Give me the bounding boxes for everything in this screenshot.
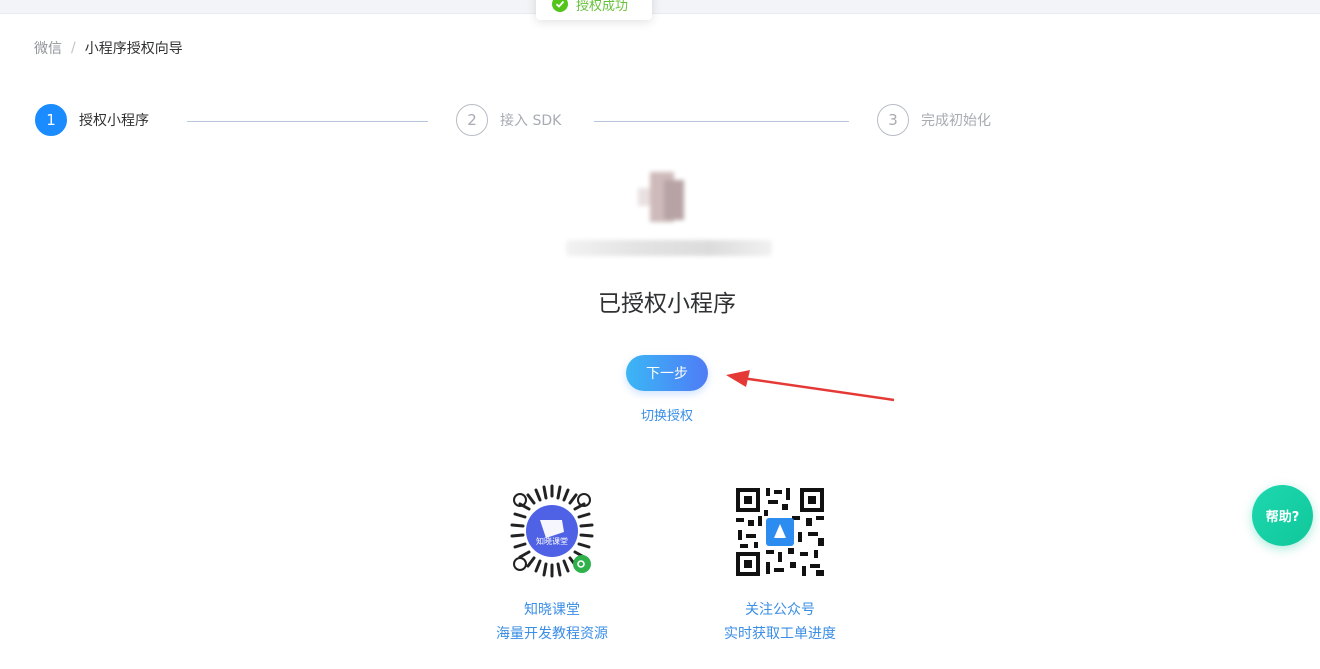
status-title: 已授权小程序 <box>598 291 736 317</box>
switch-authorization-link[interactable]: 切换授权 <box>600 405 734 424</box>
step-sdk: 2 接入 SDK <box>456 104 561 136</box>
qr-subtitle[interactable]: 海量开发教程资源 <box>482 622 622 646</box>
help-button[interactable]: 帮助? <box>1252 485 1313 546</box>
qr-subtitle[interactable]: 实时获取工单进度 <box>710 622 850 646</box>
step-init: 3 完成初始化 <box>877 104 991 136</box>
qr-badge-text: 知晓课堂 <box>536 537 568 546</box>
qr-title[interactable]: 知晓课堂 <box>482 598 622 622</box>
annotation-arrow-icon <box>726 370 895 402</box>
step-number: 3 <box>877 104 909 136</box>
step-number: 2 <box>456 104 488 136</box>
qr-card-official-account: 关注公众号 实时获取工单进度 <box>710 480 850 646</box>
miniprogram-name-redacted <box>566 240 772 256</box>
step-label: 接入 SDK <box>500 113 562 129</box>
miniprogram-code-icon <box>510 484 594 578</box>
miniprogram-avatar <box>638 170 702 226</box>
qr-card-zhixiao: 知晓课堂 知晓课堂 海量开发教程资源 <box>482 480 622 646</box>
step-label: 完成初始化 <box>921 113 991 129</box>
step-number: 1 <box>35 104 67 136</box>
step-authorize: 1 授权小程序 <box>35 104 149 136</box>
page: 授权成功 微信 / 小程序授权向导 1 授权小程序 2 接入 SDK 3 完成初… <box>0 0 1320 669</box>
stepper: 1 授权小程序 2 接入 SDK 3 完成初始化 <box>0 0 1320 160</box>
wechat-qrcode-icon <box>728 480 832 584</box>
step-connector <box>187 121 428 122</box>
next-step-button[interactable]: 下一步 <box>626 355 708 391</box>
qr-title[interactable]: 关注公众号 <box>710 598 850 622</box>
step-label: 授权小程序 <box>79 113 149 129</box>
step-connector <box>594 121 849 122</box>
